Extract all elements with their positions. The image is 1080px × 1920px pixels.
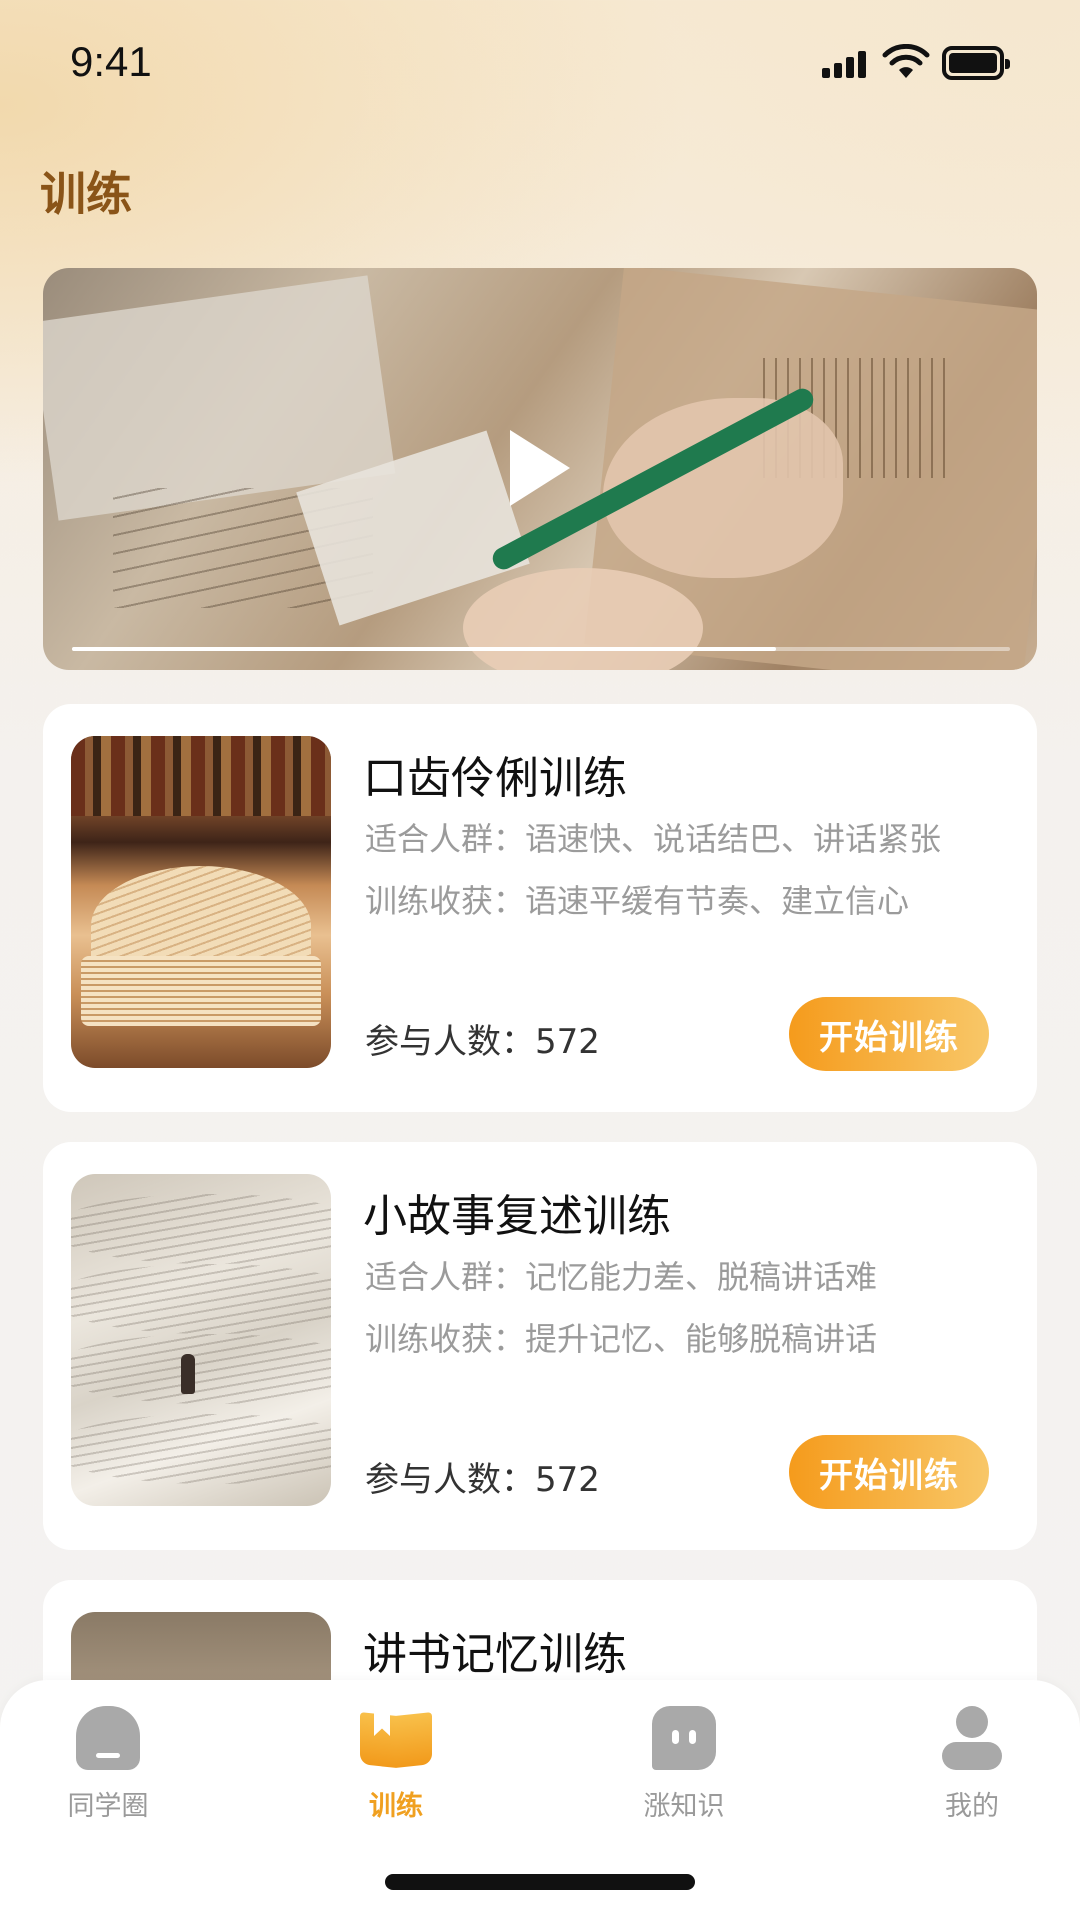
book-icon (360, 1706, 432, 1770)
signal-icon (822, 50, 866, 78)
training-audience: 适合人群：语速快、说话结巴、讲话紧张 (365, 820, 942, 858)
training-title: 讲书记忆训练 (363, 1629, 627, 1680)
start-training-button[interactable]: 开始训练 (789, 1435, 989, 1509)
page-title: 训练 (40, 167, 132, 221)
tab-label: 训练 (369, 1791, 423, 1822)
participant-count: 参与人数：572 (365, 1460, 600, 1500)
tab-label: 涨知识 (643, 1791, 725, 1822)
tab-label: 同学圈 (67, 1791, 149, 1822)
participant-count: 参与人数：572 (365, 1022, 600, 1062)
training-benefit: 训练收获：语速平缓有节奏、建立信心 (365, 882, 910, 920)
training-card[interactable]: 口齿伶俐训练 适合人群：语速快、说话结巴、讲话紧张 训练收获：语速平缓有节奏、建… (43, 704, 1037, 1112)
play-icon[interactable] (510, 430, 570, 506)
tab-training[interactable]: 训练 (316, 1706, 476, 1836)
training-title: 小故事复述训练 (363, 1191, 671, 1242)
start-training-button[interactable]: 开始训练 (789, 997, 989, 1071)
battery-icon (942, 46, 1010, 80)
tab-profile[interactable]: 我的 (892, 1706, 1052, 1836)
tab-community[interactable]: 同学圈 (28, 1706, 188, 1836)
home-icon (76, 1706, 140, 1770)
training-thumbnail (71, 1174, 331, 1506)
training-benefit: 训练收获：提升记忆、能够脱稿讲话 (365, 1320, 878, 1358)
tab-knowledge[interactable]: 涨知识 (604, 1706, 764, 1836)
home-indicator[interactable] (385, 1874, 695, 1890)
video-progress-bar[interactable] (72, 647, 1010, 651)
wifi-icon (882, 44, 930, 78)
training-card[interactable]: 小故事复述训练 适合人群：记忆能力差、脱稿讲话难 训练收获：提升记忆、能够脱稿讲… (43, 1142, 1037, 1550)
profile-icon (940, 1706, 1004, 1770)
training-audience: 适合人群：记忆能力差、脱稿讲话难 (365, 1258, 878, 1296)
tab-label: 我的 (945, 1791, 999, 1822)
status-bar: 9:41 (0, 0, 1080, 130)
chat-icon (652, 1706, 716, 1770)
status-time: 9:41 (70, 38, 152, 85)
training-thumbnail (71, 736, 331, 1068)
training-title: 口齿伶俐训练 (363, 753, 627, 804)
